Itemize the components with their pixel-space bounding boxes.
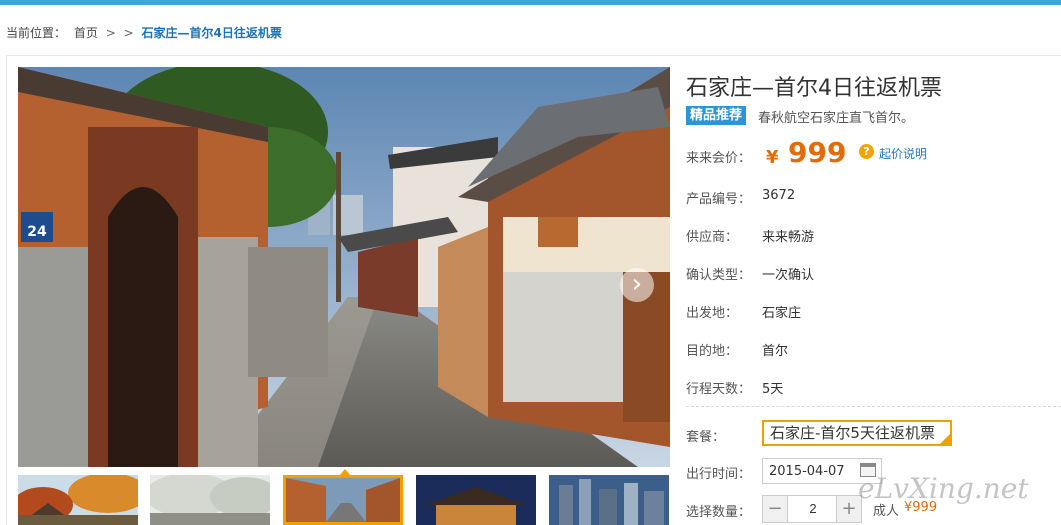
- package-selector[interactable]: 石家庄-首尔5天往返机票: [762, 420, 952, 446]
- next-photo-button[interactable]: ›: [620, 268, 654, 302]
- quantity-stepper: − +: [762, 495, 862, 523]
- destination-label: 目的地：: [686, 344, 739, 359]
- breadcrumb-separator: >: [105, 26, 116, 40]
- selected-corner-icon: [940, 434, 950, 444]
- breadcrumb-prefix: 当前位置：: [6, 26, 67, 40]
- package-label: 套餐：: [686, 430, 726, 445]
- gallery-thumbnail[interactable]: [18, 475, 138, 525]
- duration-value: 5天: [762, 382, 784, 397]
- product-title: 石家庄—首尔4日往返机票: [686, 76, 942, 101]
- hanok-street-illustration: 24: [18, 67, 670, 467]
- product-id-label: 产品编号：: [686, 192, 752, 207]
- confirm-type-value: 一次确认: [762, 268, 815, 283]
- quantity-input[interactable]: [789, 496, 837, 522]
- breadcrumb: 当前位置： 首页 > > 石家庄—首尔4日往返机票: [6, 24, 286, 41]
- quantity-minus-button[interactable]: −: [763, 496, 788, 522]
- question-mark-icon[interactable]: ?: [859, 144, 874, 159]
- top-accent-bar: [0, 0, 1061, 5]
- gallery-thumbnail[interactable]: [416, 475, 536, 525]
- house-number-sign: 24: [27, 224, 47, 240]
- supplier-label: 供应商：: [686, 230, 739, 245]
- thumbnail-palace-autumn: [18, 475, 138, 525]
- main-product-photo[interactable]: 24: [18, 67, 670, 467]
- price-currency: ¥: [766, 147, 779, 168]
- price-note-link[interactable]: 起价说明: [879, 145, 927, 162]
- departure-value: 石家庄: [762, 306, 802, 321]
- gallery-thumbnail[interactable]: [150, 475, 270, 525]
- product-subtitle: 春秋航空石家庄直飞首尔。: [758, 111, 915, 126]
- price-value: 999: [788, 136, 847, 169]
- breadcrumb-separator: >: [123, 26, 134, 40]
- breadcrumb-current-link[interactable]: 石家庄—首尔4日往返机票: [141, 26, 281, 40]
- section-divider: [686, 406, 1061, 407]
- quantity-label: 选择数量：: [686, 505, 752, 520]
- destination-value: 首尔: [762, 344, 789, 359]
- gallery-thumbnail-active[interactable]: [283, 475, 403, 525]
- thumbnail-city-skyline: [549, 475, 669, 525]
- chevron-right-icon: ›: [631, 269, 643, 299]
- travel-date-label: 出行时间：: [686, 467, 752, 482]
- thumbnail-palace-gate-night: [416, 475, 536, 525]
- site-watermark: eLvXing.net: [858, 472, 1029, 505]
- breadcrumb-home-link[interactable]: 首页: [74, 26, 98, 40]
- gallery-thumbnail[interactable]: [549, 475, 669, 525]
- thumbnail-cherry-blossom: [150, 475, 270, 525]
- duration-label: 行程天数：: [686, 382, 752, 397]
- confirm-type-label: 确认类型：: [686, 268, 752, 283]
- price-label: 来来会价：: [686, 151, 752, 166]
- departure-label: 出发地：: [686, 306, 739, 321]
- thumbnail-hanok-street: [286, 478, 400, 522]
- recommended-badge: 精品推荐: [686, 106, 747, 125]
- product-id-value: 3672: [762, 188, 796, 203]
- supplier-value: 来来畅游: [762, 230, 815, 245]
